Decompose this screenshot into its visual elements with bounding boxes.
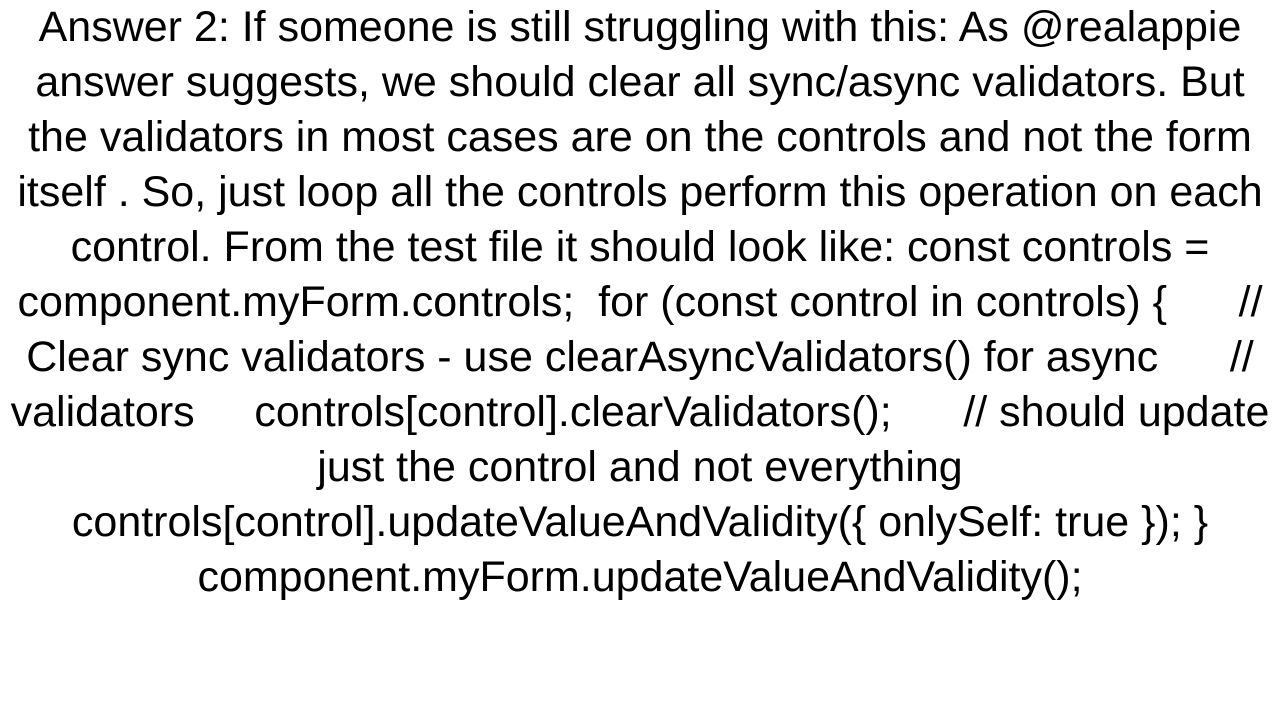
answer-block: Answer 2: If someone is still struggling… [0, 0, 1280, 720]
answer-text: Answer 2: If someone is still struggling… [0, 0, 1280, 605]
